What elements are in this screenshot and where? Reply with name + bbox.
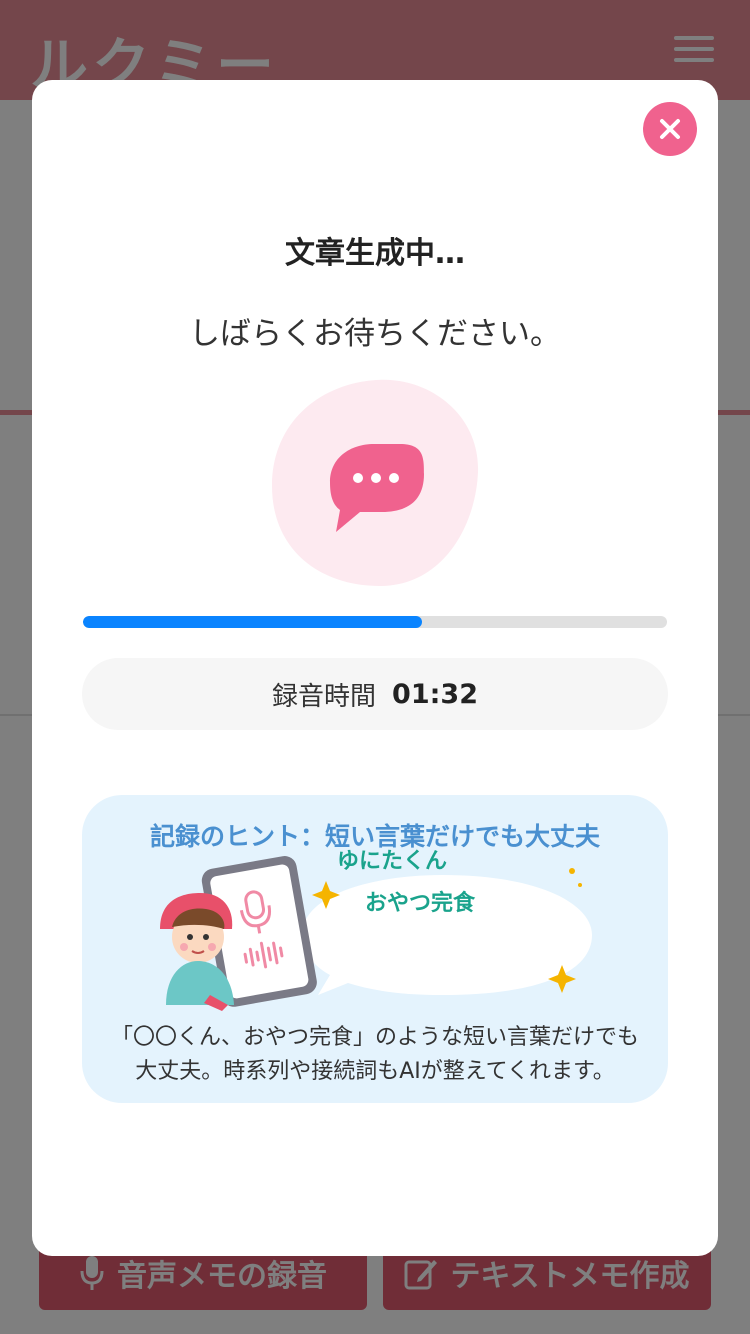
bubble-text-line2: おやつ完食 <box>365 891 476 916</box>
hint-illustration <box>160 856 592 1011</box>
modal-subtitle: しばらくお待ちください。 <box>189 316 561 352</box>
generating-modal: 文章生成中… しばらくお待ちください。 録音時間 01:32 記録のヒント：短い… <box>32 80 718 1256</box>
progress-bar <box>83 616 667 628</box>
modal-title: 文章生成中… <box>285 236 465 271</box>
recording-time: 録音時間 01:32 <box>82 658 668 730</box>
progress-fill <box>83 616 422 628</box>
recording-time-value: 01:32 <box>392 678 478 710</box>
bubble-text-line1: ゆにたくん <box>337 849 448 874</box>
close-icon <box>660 119 680 139</box>
hint-body: 「〇〇くん、おやつ完食」のような短い言葉だけでも大丈夫。時系列や接続詞もAIが整… <box>110 1025 639 1084</box>
hint-card: 記録のヒント：短い言葉だけでも大丈夫 ゆにたくん おやつ完食 「〇〇くん、おやつ… <box>82 795 668 1103</box>
close-button[interactable] <box>643 102 697 156</box>
recording-time-label: 録音時間 <box>272 681 377 712</box>
chat-bubble-icon <box>272 379 479 586</box>
